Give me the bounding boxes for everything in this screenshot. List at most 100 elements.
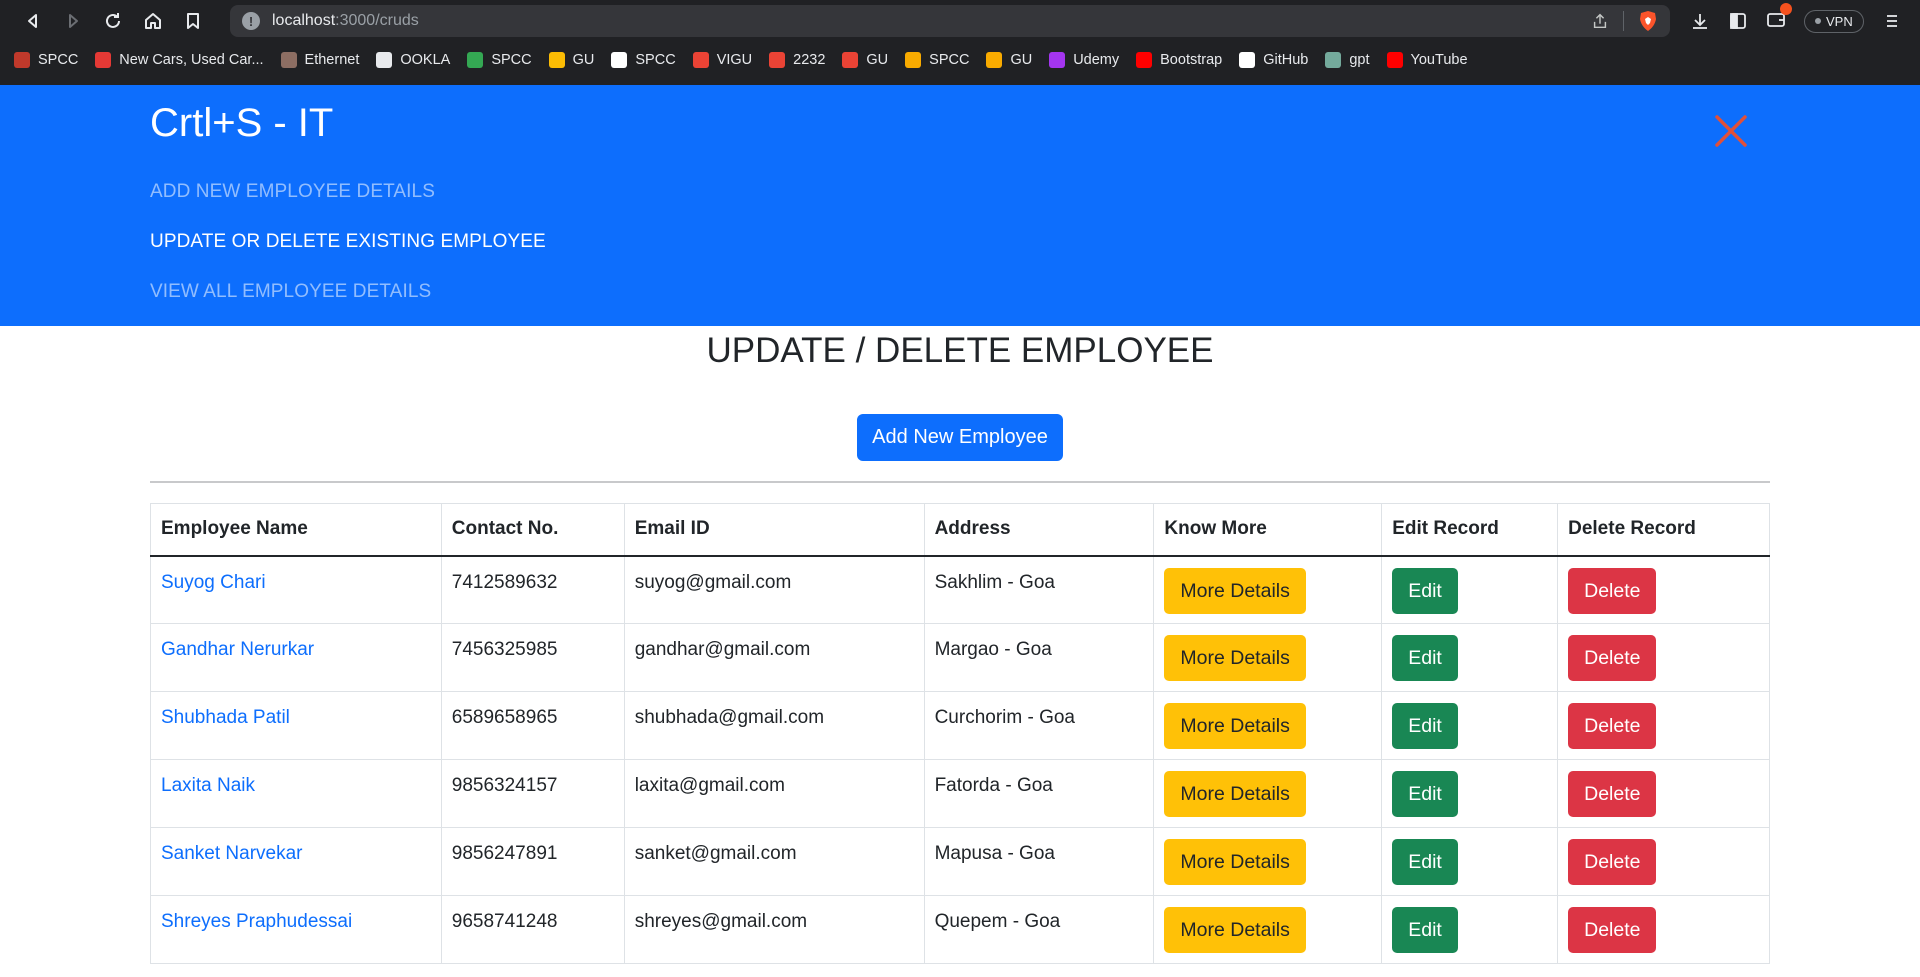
bookmark-favicon-icon [769,52,786,68]
bookmark-label: Udemy [1073,52,1120,68]
close-icon[interactable] [1713,113,1749,149]
bookmark-item[interactable]: New Cars, Used Car... [95,52,264,68]
table-row: Sanket Narvekar 9856247891 sanket@gmail.co… [150,827,1770,896]
cell-name: Shreyes Praphudessai [150,895,442,964]
bookmark-item[interactable]: SPCC [467,52,532,68]
bookmark-item[interactable]: SPCC [14,52,78,68]
edit-button[interactable]: Edit [1392,567,1458,614]
more-details-button[interactable]: More Details [1164,635,1306,681]
bookmark-item[interactable]: GitHub [1239,52,1308,68]
toolbar-actions: VPN [1690,2,1902,34]
bookmark-item[interactable]: OOKLA [376,52,450,68]
delete-button[interactable]: Delete [1568,567,1657,614]
bookmark-item[interactable]: Bootstrap [1136,52,1222,68]
home-icon[interactable] [136,4,170,38]
bookmark-item[interactable]: GU [842,52,888,68]
bookmark-favicon-icon [986,52,1003,68]
cell-address: Curchorim - Goa [923,691,1155,760]
wallet-icon[interactable] [1766,2,1792,34]
nav-link-add-employee[interactable]: ADD NEW EMPLOYEE DETAILS [150,181,435,203]
bookmark-item[interactable]: SPCC [611,52,676,68]
divider [150,481,1770,483]
omnibox-divider [1623,11,1624,31]
bookmark-item[interactable]: SPCC [905,52,969,68]
delete-button[interactable]: Delete [1568,635,1657,681]
back-icon[interactable] [16,4,50,38]
edit-button[interactable]: Edit [1392,839,1458,885]
more-details-button[interactable]: More Details [1164,703,1306,749]
brave-shields-icon[interactable] [1638,10,1658,32]
header-email: Email ID [623,503,925,557]
bookmark-item[interactable]: YouTube [1386,52,1468,68]
cell-email: shreyes@gmail.com [623,895,925,964]
table-header-row: Employee Name Contact No. Email ID Addre… [150,503,1770,557]
add-new-employee-button[interactable]: Add New Employee [857,414,1063,461]
more-details-button[interactable]: More Details [1164,567,1306,614]
edit-button[interactable]: Edit [1392,907,1458,953]
bookmark-label: VIGU [716,52,753,68]
bookmark-item[interactable]: Udemy [1049,52,1119,68]
bookmark-item[interactable]: 2232 [769,52,825,68]
sidebar-icon[interactable] [1728,11,1748,31]
nav-link-update-delete[interactable]: UPDATE OR DELETE EXISTING EMPLOYEE [150,231,546,253]
edit-button[interactable]: Edit [1392,703,1458,749]
employee-name-link[interactable]: Laxita Naik [161,775,255,796]
bookmark-icon[interactable] [176,4,210,38]
cell-name: Suyog Chari [150,555,442,624]
employee-name-link[interactable]: Shubhada Patil [161,707,290,728]
bookmark-item[interactable]: GU [986,52,1032,68]
bookmark-label: Ethernet [304,52,360,68]
bookmark-label: OOKLA [400,52,451,68]
cell-contact: 7456325985 [440,623,625,692]
bookmark-label: New Cars, Used Car... [119,52,264,68]
bookmark-favicon-icon [548,52,565,68]
more-details-button[interactable]: More Details [1164,839,1306,885]
employee-name-link[interactable]: Sanket Narvekar [161,843,303,864]
menu-icon[interactable] [1882,11,1902,31]
brand-title[interactable]: Crtl+S - IT [150,101,333,146]
employee-name-link[interactable]: Shreyes Praphudessai [161,911,352,932]
bookmark-label: GU [572,52,595,68]
delete-button[interactable]: Delete [1568,703,1657,749]
employee-name-link[interactable]: Suyog Chari [161,572,266,593]
bookmark-favicon-icon [905,52,922,68]
table-row: Gandhar Nerurkar 7456325985 gandhar@gmail.… [150,623,1770,692]
app-navbar: Crtl+S - IT ADD NEW EMPLOYEE DETAILS UPD… [0,85,1920,326]
reload-icon[interactable] [96,4,130,38]
bookmark-item[interactable]: gpt [1325,52,1370,68]
cell-email: sanket@gmail.com [623,827,925,896]
bookmark-item[interactable]: GU [548,52,595,68]
bookmark-item[interactable]: Ethernet [280,52,360,68]
cell-contact: 9856247891 [440,827,625,896]
bookmark-item[interactable]: VIGU [692,52,753,68]
cell-name: Gandhar Nerurkar [150,623,442,692]
vpn-button[interactable]: VPN [1804,9,1864,33]
more-details-button[interactable]: More Details [1164,771,1306,817]
site-info-icon[interactable]: ! [242,12,260,30]
share-icon[interactable] [1591,12,1609,30]
delete-button[interactable]: Delete [1568,771,1657,817]
forward-icon[interactable] [56,4,90,38]
employee-table: Employee Name Contact No. Email ID Addre… [150,503,1770,964]
edit-button[interactable]: Edit [1392,635,1458,681]
address-bar[interactable]: ! localhost:3000/cruds [230,5,1670,37]
bookmark-label: SPCC [635,52,676,68]
cell-delete: Delete [1557,895,1770,964]
cell-know-more: More Details [1153,895,1383,964]
bookmark-label: Bootstrap [1160,52,1223,68]
bookmark-favicon-icon [1239,52,1256,68]
employee-name-link[interactable]: Gandhar Nerurkar [161,639,314,660]
nav-link-view-all[interactable]: VIEW ALL EMPLOYEE DETAILS [150,281,431,303]
cell-email: suyog@gmail.com [623,555,925,624]
more-details-button[interactable]: More Details [1164,907,1306,953]
notification-dot [1780,2,1792,15]
cell-name: Sanket Narvekar [150,827,442,896]
delete-button[interactable]: Delete [1568,839,1657,885]
url-path: :3000/cruds [335,12,419,29]
download-icon[interactable] [1690,11,1710,31]
delete-button[interactable]: Delete [1568,907,1657,953]
bookmark-favicon-icon [376,52,393,68]
edit-button[interactable]: Edit [1392,771,1458,817]
page-title: UPDATE / DELETE EMPLOYEE [706,331,1214,370]
cell-edit: Edit [1381,691,1559,760]
